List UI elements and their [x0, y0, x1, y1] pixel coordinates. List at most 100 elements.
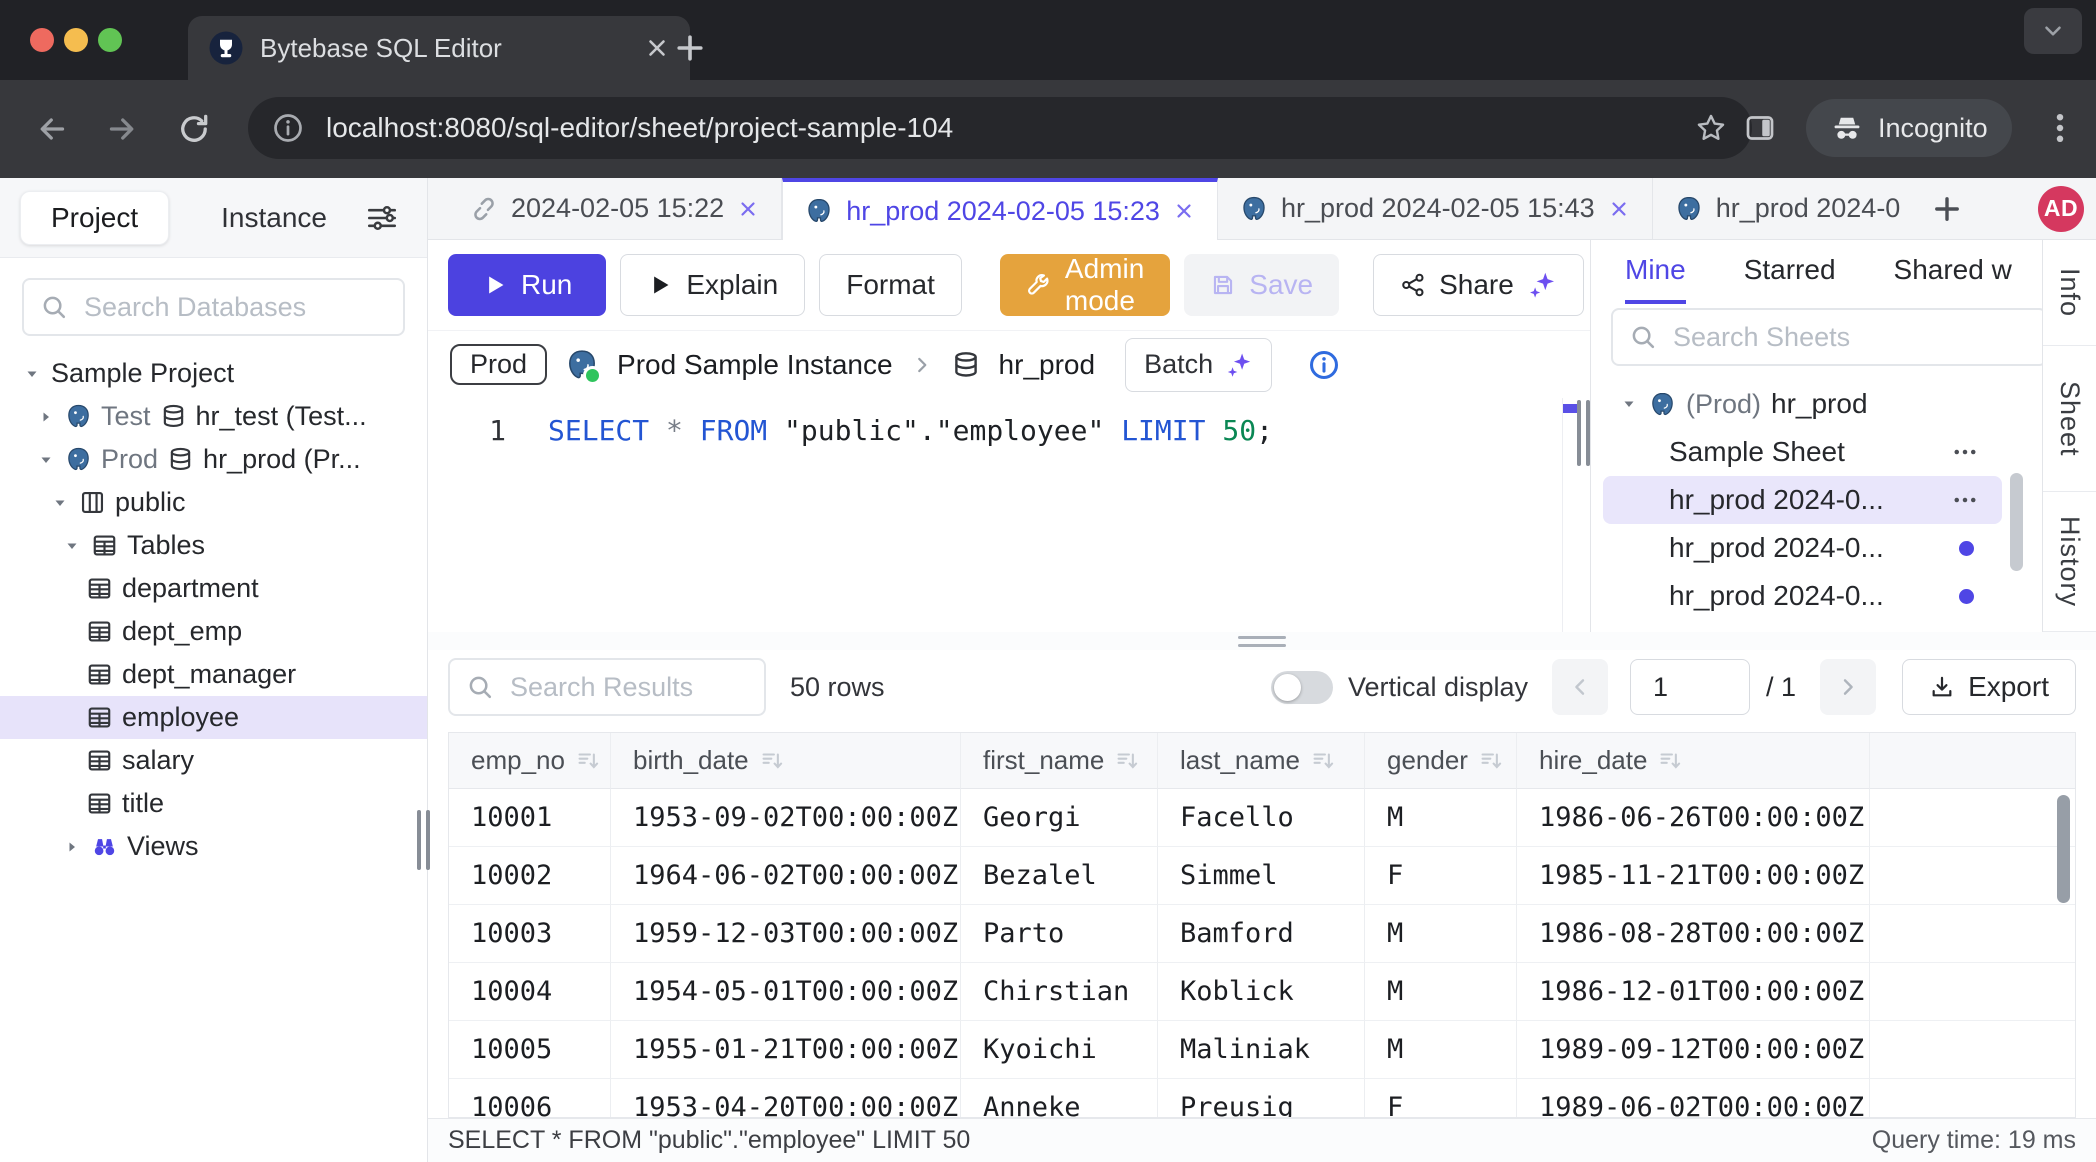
table-cell[interactable]: F [1365, 1079, 1517, 1118]
table-cell[interactable]: Georgi [961, 789, 1158, 847]
table-cell[interactable]: Koblick [1158, 963, 1365, 1021]
run-button[interactable]: Run [448, 254, 606, 316]
tree-item-tables[interactable]: Tables [0, 524, 427, 567]
tree-item-dept_emp[interactable]: dept_emp [0, 610, 427, 653]
back-button[interactable] [34, 111, 70, 147]
sheet-search-box[interactable] [1611, 308, 2042, 366]
sheets-tab-shared-w[interactable]: Shared w [1894, 240, 2012, 304]
table-cell[interactable]: 1989-09-12T00:00:00Z [1517, 1021, 1870, 1079]
reload-button[interactable] [176, 111, 212, 147]
tree-item-public[interactable]: public [0, 481, 427, 524]
close-window-button[interactable] [30, 28, 54, 52]
new-sheet-button[interactable] [1930, 192, 1964, 226]
more-actions-icon[interactable] [1950, 437, 1980, 467]
table-cell[interactable]: 1964-06-02T00:00:00Z [611, 847, 961, 905]
table-cell[interactable]: 10004 [449, 963, 611, 1021]
sheet-row[interactable]: hr_prod 2024-0... [1603, 524, 2002, 572]
table-cell[interactable]: M [1365, 963, 1517, 1021]
table-cell[interactable]: Bamford [1158, 905, 1365, 963]
tree-item-employee[interactable]: employee [0, 696, 427, 739]
prev-page-button[interactable] [1552, 659, 1608, 715]
tab-instance[interactable]: Instance [221, 202, 327, 234]
batch-button[interactable]: Batch [1125, 338, 1272, 392]
table-cell[interactable]: 1955-01-21T00:00:00Z [611, 1021, 961, 1079]
sql-editor[interactable]: 1 SELECT * FROM "public"."employee" LIMI… [428, 398, 1590, 632]
table-cell[interactable]: 1985-11-21T00:00:00Z [1517, 847, 1870, 905]
table-cell[interactable]: Bezalel [961, 847, 1158, 905]
share-button[interactable]: Share [1373, 254, 1584, 316]
new-tab-button[interactable] [672, 30, 708, 66]
table-cell[interactable]: 10001 [449, 789, 611, 847]
sheets-tab-starred[interactable]: Starred [1744, 240, 1836, 304]
tab-search-chevron-button[interactable] [2024, 8, 2082, 54]
column-header-first_name[interactable]: first_name [961, 733, 1158, 789]
tree-item-department[interactable]: department [0, 567, 427, 610]
sheet-group-row[interactable]: (Prod)hr_prod [1603, 380, 2002, 428]
table-cell[interactable]: 1959-12-03T00:00:00Z [611, 905, 961, 963]
editor-results-splitter[interactable] [428, 632, 2096, 650]
address-bar[interactable]: localhost:8080/sql-editor/sheet/project-… [248, 97, 1752, 159]
format-button[interactable]: Format [819, 254, 962, 316]
close-tab-icon[interactable] [644, 35, 670, 61]
tree-item-views[interactable]: Views [0, 825, 427, 868]
table-cell[interactable]: 1953-04-20T00:00:00Z [611, 1079, 961, 1118]
side-panel-icon[interactable] [1742, 110, 1778, 146]
sheet-row[interactable]: Sample Sheet [1603, 428, 2002, 476]
close-tab-icon[interactable] [1608, 198, 1630, 220]
table-cell[interactable]: 1986-08-28T00:00:00Z [1517, 905, 1870, 963]
right-tab-history[interactable]: History [2043, 492, 2096, 632]
browser-menu-icon[interactable] [2042, 110, 2078, 146]
column-header-birth_date[interactable]: birth_date [611, 733, 961, 789]
column-header-last_name[interactable]: last_name [1158, 733, 1365, 789]
table-cell[interactable]: Simmel [1158, 847, 1365, 905]
sheets-scrollbar[interactable] [2010, 473, 2023, 571]
close-tab-icon[interactable] [737, 198, 759, 220]
vertical-display-toggle[interactable] [1271, 671, 1333, 704]
table-cell[interactable]: 1989-06-02T00:00:00Z [1517, 1079, 1870, 1118]
table-cell[interactable]: 10005 [449, 1021, 611, 1079]
table-cell[interactable]: Preusig [1158, 1079, 1365, 1118]
sheet-row[interactable]: hr_prod 2024-0... [1603, 476, 2002, 524]
page-number-input[interactable] [1630, 659, 1750, 715]
table-cell[interactable]: 10006 [449, 1079, 611, 1118]
database-search-input[interactable] [82, 291, 387, 324]
export-button[interactable]: Export [1902, 659, 2076, 715]
info-circle-icon[interactable] [1308, 349, 1340, 381]
more-actions-icon[interactable] [1950, 485, 1980, 515]
tab-project[interactable]: Project [20, 191, 169, 245]
site-info-icon[interactable] [272, 112, 304, 144]
results-search-input[interactable] [508, 671, 748, 704]
table-cell[interactable]: F [1365, 847, 1517, 905]
table-cell[interactable]: 1986-12-01T00:00:00Z [1517, 963, 1870, 1021]
table-cell[interactable]: Parto [961, 905, 1158, 963]
user-avatar[interactable]: AD [2038, 186, 2084, 232]
sheet-tab-3[interactable]: hr_prod 2024-02-05 15:43 [1218, 178, 1653, 239]
browser-tab[interactable]: Bytebase SQL Editor [188, 16, 690, 80]
forward-button[interactable] [104, 111, 140, 147]
instance-name[interactable]: Prod Sample Instance [617, 349, 893, 381]
panel-resize-handle[interactable] [1577, 400, 1599, 466]
maximize-window-button[interactable] [98, 28, 122, 52]
sheet-search-input[interactable] [1671, 321, 2029, 354]
results-search-box[interactable] [448, 658, 766, 716]
table-cell[interactable]: 1954-05-01T00:00:00Z [611, 963, 961, 1021]
table-cell[interactable]: 1986-06-26T00:00:00Z [1517, 789, 1870, 847]
sheet-tab-4[interactable]: hr_prod 2024-0 [1653, 178, 1923, 239]
table-cell[interactable]: Kyoichi [961, 1021, 1158, 1079]
table-cell[interactable]: M [1365, 789, 1517, 847]
tree-item-title[interactable]: title [0, 782, 427, 825]
tree-item-hr_test-test-[interactable]: Testhr_test (Test... [0, 395, 427, 438]
database-name[interactable]: hr_prod [999, 349, 1096, 381]
sidebar-resize-handle[interactable] [417, 810, 439, 870]
tree-item-sample-project[interactable]: Sample Project [0, 352, 427, 395]
sheet-tab-2[interactable]: hr_prod 2024-02-05 15:23 [782, 178, 1218, 240]
right-tab-sheet[interactable]: Sheet [2043, 346, 2096, 492]
close-tab-icon[interactable] [1173, 200, 1195, 222]
minimize-window-button[interactable] [64, 28, 88, 52]
table-cell[interactable]: M [1365, 1021, 1517, 1079]
database-search-box[interactable] [22, 278, 405, 336]
table-cell[interactable]: Maliniak [1158, 1021, 1365, 1079]
column-header-hire_date[interactable]: hire_date [1517, 733, 1870, 789]
right-tab-info[interactable]: Info [2043, 240, 2096, 346]
table-cell[interactable]: Chirstian [961, 963, 1158, 1021]
